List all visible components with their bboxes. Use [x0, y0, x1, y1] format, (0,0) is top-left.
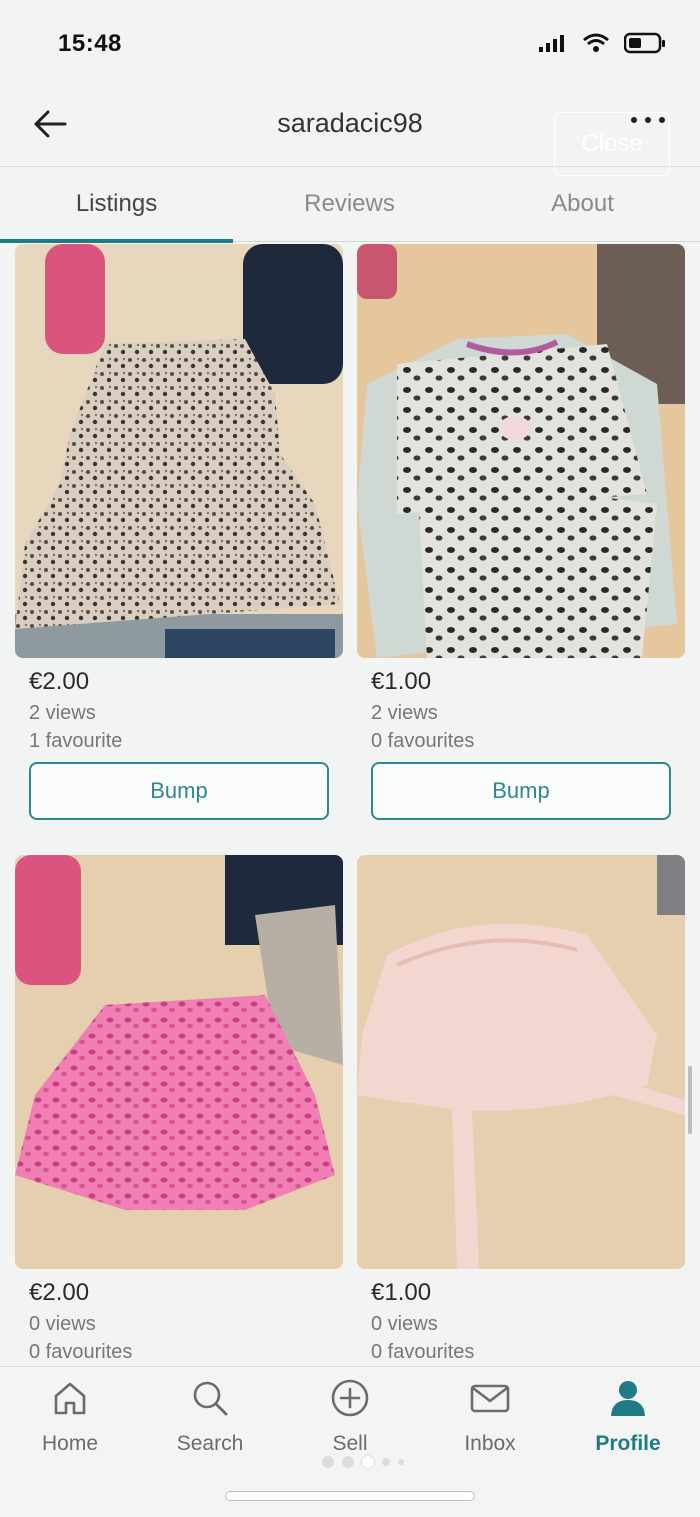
pink-hat-photo[interactable]: [357, 855, 685, 1269]
listing-views: 2 views: [371, 702, 438, 724]
status-time: 15:48: [58, 30, 122, 57]
page-dot: [322, 1456, 334, 1468]
active-tab-indicator: [0, 239, 233, 243]
profile-tabs: Listings Reviews About: [0, 167, 700, 243]
nav-search[interactable]: Search: [140, 1376, 280, 1456]
listing-price: €2.00: [29, 1279, 90, 1306]
page-indicator: [322, 1456, 404, 1468]
listing-views: 0 views: [29, 1313, 96, 1335]
listing-price: €2.00: [29, 668, 90, 695]
nav-inbox[interactable]: Inbox: [420, 1376, 560, 1456]
battery-icon: [624, 32, 665, 54]
listing-views: 2 views: [29, 702, 96, 724]
listing-favourites: 0 favourites: [29, 1341, 133, 1363]
tab-listings[interactable]: Listings: [0, 167, 233, 241]
mail-icon: [468, 1376, 512, 1420]
listing-views: 0 views: [371, 1313, 438, 1335]
nav-label: Sell: [332, 1432, 368, 1455]
tab-divider: [233, 241, 700, 242]
search-icon: [188, 1376, 232, 1420]
listing-favourites: 1 favourite: [29, 730, 123, 752]
floral-dress-photo[interactable]: [15, 244, 343, 658]
listing-price: €1.00: [371, 668, 432, 695]
nav-sell[interactable]: Sell: [280, 1376, 420, 1456]
nav-label: Inbox: [464, 1432, 516, 1455]
page-dot: [382, 1458, 390, 1466]
person-icon: [606, 1376, 650, 1420]
page-dot: [398, 1459, 404, 1465]
listing-favourites: 0 favourites: [371, 1341, 475, 1363]
plus-circle-icon: [328, 1376, 372, 1420]
page-dot: [342, 1456, 354, 1468]
signal-icon: [539, 35, 564, 52]
tab-about[interactable]: About: [466, 167, 699, 241]
nav-label: Home: [41, 1432, 99, 1455]
nav-profile[interactable]: Profile: [558, 1376, 698, 1456]
wifi-icon: [583, 33, 609, 52]
scrollbar[interactable]: [688, 1066, 692, 1134]
nav-label: Profile: [595, 1432, 661, 1455]
home-icon: [48, 1376, 92, 1420]
bump-button[interactable]: Bump: [29, 762, 329, 820]
listing-favourites: 0 favourites: [371, 730, 475, 752]
tab-reviews[interactable]: Reviews: [233, 167, 466, 241]
status-icons: [538, 32, 666, 54]
listing-price: €1.00: [371, 1279, 432, 1306]
leopard-top-photo[interactable]: [357, 244, 685, 658]
page-dot-active: [362, 1456, 374, 1468]
nav-home[interactable]: Home: [0, 1376, 140, 1456]
home-indicator[interactable]: [226, 1492, 474, 1500]
nav-label: Search: [176, 1432, 244, 1455]
pink-skirt-photo[interactable]: [15, 855, 343, 1269]
bump-button[interactable]: Bump: [371, 762, 671, 820]
